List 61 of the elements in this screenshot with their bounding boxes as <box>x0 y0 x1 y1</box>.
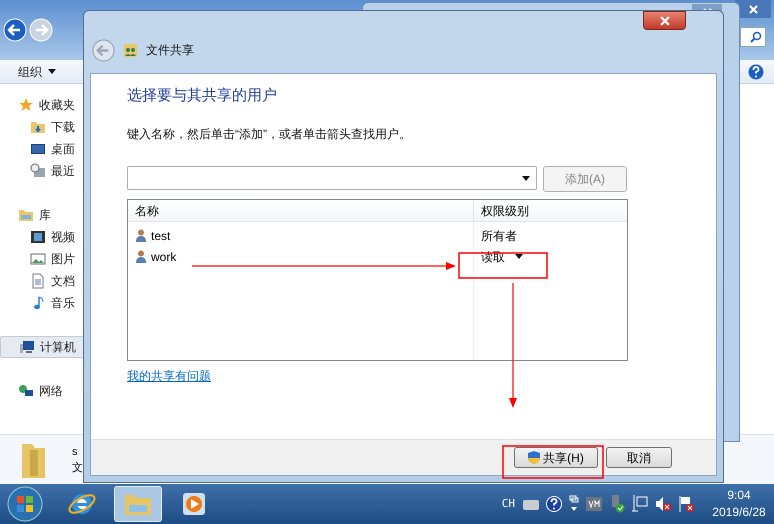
sidebar-item[interactable]: 最近 <box>0 160 85 182</box>
sidebar-item[interactable]: 文档 <box>0 270 85 292</box>
folder-icon <box>30 119 46 135</box>
organize-button[interactable]: 组织 <box>18 62 56 80</box>
caret-icon <box>48 69 56 74</box>
details-text: 文 <box>72 460 83 476</box>
image-icon <box>30 251 46 267</box>
add-button: 添加(A) <box>543 166 627 192</box>
search-field[interactable] <box>740 27 766 47</box>
cancel-button[interactable]: 取消 <box>606 447 672 468</box>
caret-icon <box>515 254 523 259</box>
network-icon[interactable] <box>632 495 648 513</box>
help-link[interactable]: 我的共享有问题 <box>127 367 211 385</box>
sidebar-item[interactable]: 网络 <box>0 380 85 402</box>
dropdown-arrow-icon <box>522 176 530 180</box>
forward-icon[interactable] <box>29 18 53 42</box>
user-icon <box>136 250 146 263</box>
help-icon[interactable] <box>546 496 562 512</box>
folder-icon <box>18 207 34 223</box>
clock-computer-icon <box>30 163 46 179</box>
dialog-heading: 选择要与其共享的用户 <box>127 86 278 106</box>
permission-text: 所有者 <box>481 228 517 244</box>
user-icon <box>136 229 146 242</box>
ime-indicator[interactable]: CH <box>502 496 515 512</box>
play-icon <box>181 491 207 517</box>
usb-device-icon[interactable] <box>609 495 625 513</box>
monitor-icon <box>30 141 46 157</box>
sidebar-item[interactable]: 计算机 <box>0 336 85 358</box>
sidebar-item[interactable]: 桌面 <box>0 138 85 160</box>
sidebar-item[interactable]: 库 <box>0 204 85 226</box>
search-icon <box>750 31 762 43</box>
instruction-text: 键入名称，然后单击“添加”，或者单击箭头查找用户。 <box>127 126 412 143</box>
help-icon[interactable] <box>748 64 764 80</box>
clock[interactable]: 9:04 2019/6/28 <box>708 487 770 521</box>
star-icon <box>18 97 34 113</box>
flag-icon[interactable] <box>678 495 694 513</box>
sidebar-item[interactable]: 视频 <box>0 226 85 248</box>
column-header[interactable]: 名称 <box>128 200 474 221</box>
sidebar-item[interactable]: 下载 <box>0 116 85 138</box>
details-text: s <box>72 444 78 460</box>
shared-folder-icon <box>123 42 138 58</box>
start-button[interactable] <box>6 485 44 523</box>
windows-overflow-icon[interactable] <box>569 495 579 513</box>
shield-icon <box>528 451 540 464</box>
dialog-title: 文件共享 <box>146 42 194 59</box>
sidebar-item[interactable]: 图片 <box>0 248 85 270</box>
globe-computer-icon <box>18 383 34 399</box>
document-icon <box>30 273 46 289</box>
sidebar-item[interactable]: 收藏夹 <box>0 94 85 116</box>
muted-speaker-icon[interactable] <box>655 496 671 512</box>
share-button[interactable]: 共享(H) <box>514 447 598 468</box>
vm-icon[interactable] <box>586 497 602 511</box>
column-header[interactable]: 权限级别 <box>474 200 627 221</box>
computer-icon <box>19 339 35 355</box>
keyboard-icon[interactable] <box>523 498 539 510</box>
user-name: test <box>151 228 170 244</box>
close-button[interactable] <box>735 0 771 18</box>
film-icon <box>30 229 46 245</box>
close-button[interactable] <box>643 11 686 30</box>
sidebar-item[interactable]: 音乐 <box>0 292 85 314</box>
user-name: work <box>151 248 176 266</box>
